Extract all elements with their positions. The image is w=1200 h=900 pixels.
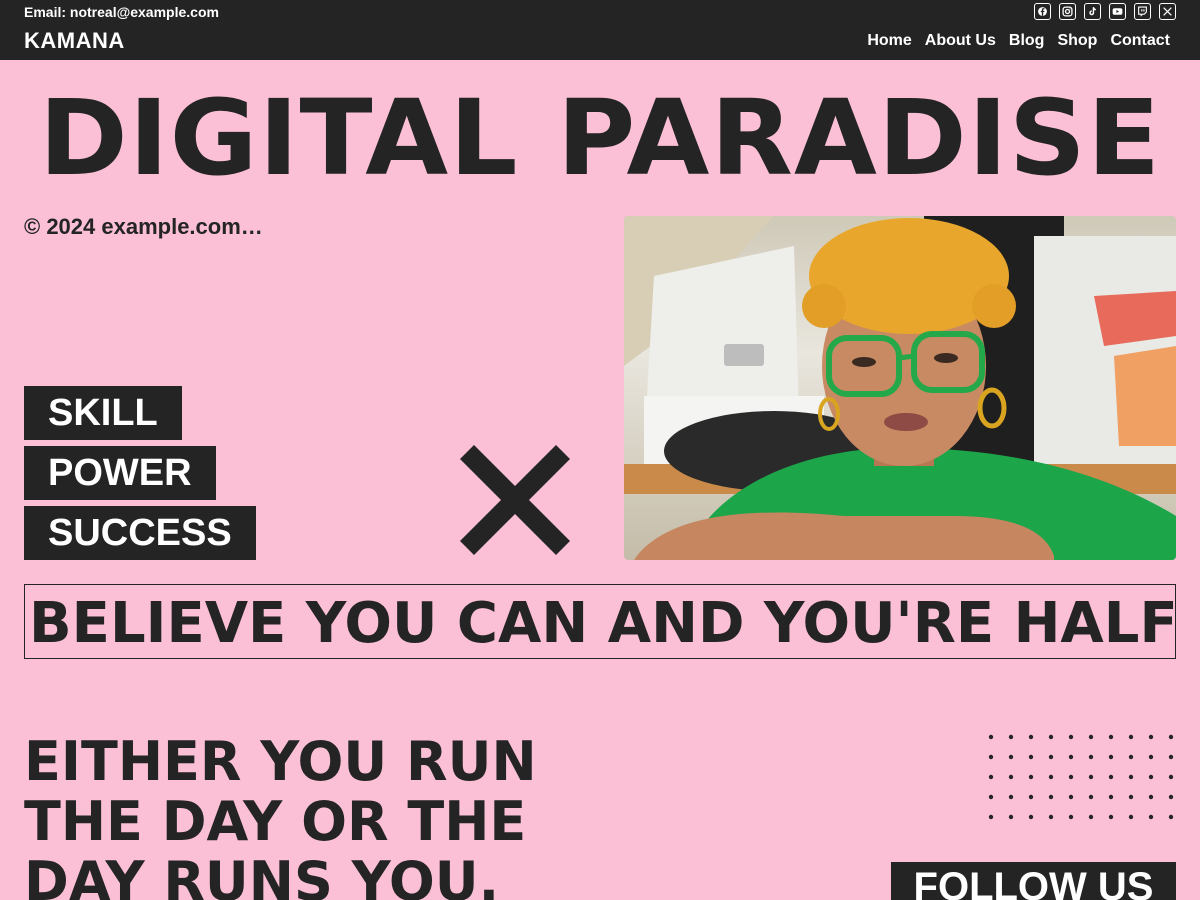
decorative-dot <box>988 814 994 820</box>
cross-icon <box>460 445 570 555</box>
decorative-dot <box>1108 794 1114 800</box>
decorative-dot <box>1068 814 1074 820</box>
decorative-dot <box>1088 814 1094 820</box>
decorative-dot <box>1008 794 1014 800</box>
decorative-dot <box>1148 754 1154 760</box>
decorative-dot <box>1128 754 1134 760</box>
decorative-dot <box>1128 734 1134 740</box>
main-nav: Home About Us Blog Shop Contact <box>867 32 1170 50</box>
decorative-dot <box>1008 754 1014 760</box>
decorative-dot <box>1068 774 1074 780</box>
decorative-dot <box>1088 774 1094 780</box>
decorative-dot <box>1108 814 1114 820</box>
decorative-dot <box>1148 774 1154 780</box>
decorative-dot <box>1108 754 1114 760</box>
decorative-dot <box>1068 734 1074 740</box>
decorative-dot <box>1088 734 1094 740</box>
decorative-dot <box>1108 734 1114 740</box>
decorative-dot <box>1128 794 1134 800</box>
decorative-dot <box>1168 794 1174 800</box>
portrait-illustration <box>624 216 1176 560</box>
hero-photo <box>624 216 1176 560</box>
hero-title: DIGITAL PARADISE <box>38 77 1162 199</box>
decorative-dot <box>1148 734 1154 740</box>
decorative-dot <box>988 754 994 760</box>
decorative-dot <box>1008 774 1014 780</box>
decorative-dot <box>1028 754 1034 760</box>
decorative-dot <box>1148 794 1154 800</box>
nav-blog[interactable]: Blog <box>1009 32 1045 50</box>
decorative-dot <box>1048 794 1054 800</box>
decorative-dot <box>1068 794 1074 800</box>
decorative-dot <box>1048 814 1054 820</box>
marquee-banner: BELIEVE YOU CAN AND YOU'RE HALFWA <box>24 584 1176 659</box>
decorative-dot <box>1028 794 1034 800</box>
tag-success: SUCCESS <box>24 506 256 560</box>
motivational-quote: EITHER YOU RUN THE DAY OR THE DAY RUNS Y… <box>24 730 537 900</box>
twitch-icon[interactable] <box>1134 3 1151 20</box>
marquee-text: BELIEVE YOU CAN AND YOU'RE HALFWA <box>29 591 1176 656</box>
nav-shop[interactable]: Shop <box>1057 32 1097 50</box>
decorative-dot <box>1168 814 1174 820</box>
youtube-icon[interactable] <box>1109 3 1126 20</box>
top-bar: Email: notreal@example.com KAMANA Home A… <box>0 0 1200 60</box>
tiktok-icon[interactable] <box>1084 3 1101 20</box>
facebook-icon[interactable] <box>1034 3 1051 20</box>
x-icon[interactable] <box>1159 3 1176 20</box>
site-logo[interactable]: KAMANA <box>24 28 125 54</box>
decorative-dot <box>1008 734 1014 740</box>
decorative-dot <box>988 774 994 780</box>
decorative-dot <box>1128 774 1134 780</box>
decorative-dot <box>1128 814 1134 820</box>
tag-skill: SKILL <box>24 386 182 440</box>
decorative-dot <box>1028 814 1034 820</box>
social-links <box>1034 3 1176 20</box>
decorative-dot <box>1068 754 1074 760</box>
nav-contact[interactable]: Contact <box>1110 32 1170 50</box>
tag-list: SKILL POWER SUCCESS <box>24 386 256 566</box>
email-contact: Email: notreal@example.com <box>24 4 219 20</box>
nav-home[interactable]: Home <box>867 32 911 50</box>
decorative-dot <box>1028 774 1034 780</box>
decorative-dot <box>1148 814 1154 820</box>
copyright-text: © 2024 example.com… <box>24 214 263 239</box>
follow-us-button[interactable]: FOLLOW US <box>891 862 1176 900</box>
instagram-icon[interactable] <box>1059 3 1076 20</box>
decorative-dot <box>1168 734 1174 740</box>
decorative-dot <box>1008 814 1014 820</box>
decorative-dot <box>988 794 994 800</box>
decorative-dot <box>1168 754 1174 760</box>
decorative-dot <box>1088 754 1094 760</box>
decorative-dot <box>1048 774 1054 780</box>
decorative-dot <box>1088 794 1094 800</box>
decorative-dot <box>1048 754 1054 760</box>
decorative-dot <box>988 734 994 740</box>
decorative-dot <box>1048 734 1054 740</box>
decorative-dot <box>1108 774 1114 780</box>
dot-grid-decoration <box>988 734 1174 820</box>
decorative-dot <box>1028 734 1034 740</box>
decorative-dot <box>1168 774 1174 780</box>
nav-about-us[interactable]: About Us <box>925 32 996 50</box>
tag-power: POWER <box>24 446 216 500</box>
